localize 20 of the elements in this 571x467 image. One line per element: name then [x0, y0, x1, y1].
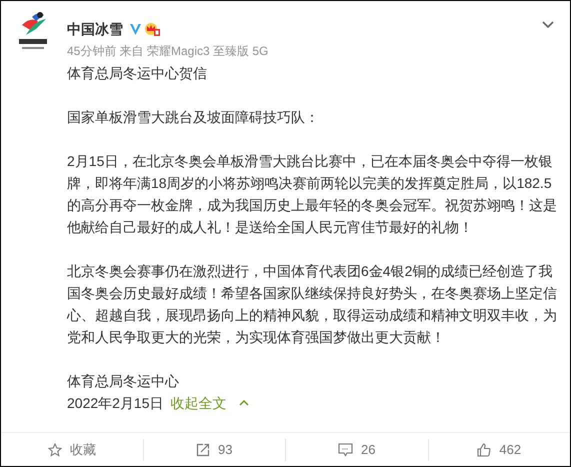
action-favorite-button[interactable]: 收藏 — [1, 438, 142, 460]
post-paragraph: 2月15日，在北京冬奥会单板滑雪大跳台比赛中，已在本届冬奥会中夺得一枚银牌，即将年满18周岁的小将苏翊鸣决赛前两轮以完美的发挥奠定胜局，以182.5的高分再夺一枚金牌，成为我国历史上最年轻的冬奥会冠军。祝贺苏翊鸣！这是他献给自己最好的成人礼！是送给全国人民元宵佳节最好的礼物！ — [67, 152, 558, 237]
post-title: 体育总局冬运中心贺信 — [67, 64, 208, 83]
action-comment-button[interactable]: 26 — [285, 438, 428, 460]
post-date: 2022年2月15日 — [67, 394, 164, 412]
post-greeting: 国家单板滑雪大跳台及坡面障碍技巧队： — [67, 108, 320, 127]
logo-icon — [16, 9, 50, 51]
action-like-button[interactable]: 462 — [428, 438, 570, 460]
action-repost-button[interactable]: 93 — [142, 438, 285, 460]
collapse-link[interactable]: 收起全文 — [170, 392, 249, 414]
author-name[interactable]: 中国冰雪 — [67, 18, 123, 40]
thumbs-up-icon — [477, 442, 492, 456]
post-meta: 45分钟前 来自 荣耀Magic3 至臻版 5G — [67, 43, 268, 60]
post-paragraph: 北京冬奥会赛事仍在激烈进行，中国体育代表团6金4银2铜的成绩已经创造了我国冬奥会历史最好成绩！希望各国家队继续保持良好势头，在冬奥赛场上坚定信心、超越自我，展现昂扬向上的精神风貌，取得运动成绩和精神文明双丰收，为党和人民争取更大的光荣，为实现体育强国梦做出更大贡献！ — [67, 262, 558, 347]
comment-icon — [338, 442, 354, 456]
chevron-down-icon[interactable] — [542, 21, 554, 29]
chevron-up-icon — [238, 400, 249, 406]
star-icon — [48, 442, 62, 456]
share-icon — [196, 442, 210, 456]
post-signature: 体育总局冬运中心 — [67, 372, 180, 391]
